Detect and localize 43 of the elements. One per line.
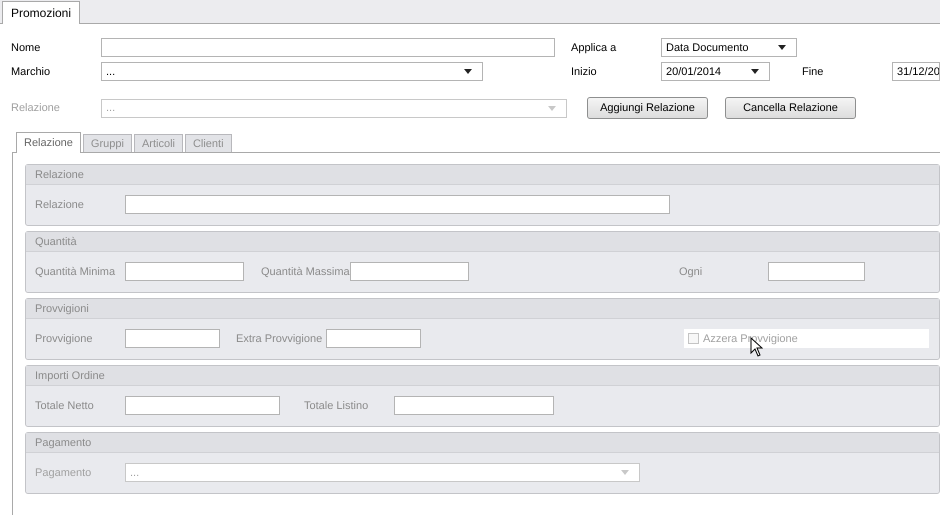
field-label: Quantità Minima bbox=[35, 266, 116, 278]
text-field[interactable] bbox=[125, 329, 220, 348]
tab[interactable]: Relazione bbox=[16, 132, 81, 153]
text-field[interactable] bbox=[350, 262, 469, 281]
dropdown-arrow-icon bbox=[464, 69, 472, 74]
group-title: Provvigioni bbox=[35, 302, 89, 314]
text-field[interactable] bbox=[125, 396, 280, 415]
checkbox-label: Azzera Provvigione bbox=[703, 332, 798, 344]
field-label: Pagamento bbox=[35, 466, 92, 478]
text-field[interactable] bbox=[326, 329, 421, 348]
field-label: Relazione bbox=[11, 102, 61, 114]
dropdown-arrow-icon bbox=[548, 106, 556, 110]
button[interactable]: Cancella Relazione bbox=[725, 97, 856, 119]
field-label: Totale Listino bbox=[304, 400, 370, 412]
group-title: Quantità bbox=[35, 236, 77, 248]
text-field[interactable] bbox=[101, 38, 555, 57]
field-label: Inizio bbox=[571, 66, 598, 78]
dropdown[interactable]: 20/01/2014 bbox=[661, 62, 770, 81]
field-label: Relazione bbox=[35, 198, 85, 210]
text-field[interactable] bbox=[125, 195, 670, 214]
field-label: Marchio bbox=[11, 66, 52, 78]
text-field[interactable] bbox=[768, 262, 865, 281]
text-field[interactable]: 31/12/20 bbox=[892, 62, 940, 81]
dropdown[interactable]: Data Documento bbox=[661, 38, 797, 57]
field-label: Totale Netto bbox=[35, 400, 95, 412]
dropdown-arrow-icon bbox=[621, 470, 629, 475]
dropdown-arrow-icon bbox=[751, 69, 759, 74]
field-label: Nome bbox=[11, 42, 42, 54]
field-label: Extra Provvigione bbox=[236, 332, 324, 344]
button[interactable]: Aggiungi Relazione bbox=[587, 97, 708, 119]
text-field[interactable] bbox=[394, 396, 554, 415]
dropdown-arrow-icon bbox=[778, 45, 786, 50]
tab[interactable]: Promozioni bbox=[2, 1, 80, 24]
field-label: Fine bbox=[802, 66, 824, 78]
group-title: Relazione bbox=[35, 168, 84, 180]
group-title: Pagamento bbox=[35, 436, 92, 448]
field-label: Provvigione bbox=[35, 332, 94, 344]
field-label: Applica a bbox=[571, 42, 618, 54]
group-title: Importi Ordine bbox=[35, 370, 105, 382]
field-label: Quantità Massima bbox=[261, 266, 350, 278]
text-field[interactable] bbox=[125, 262, 244, 281]
dropdown[interactable]: ... bbox=[101, 62, 483, 81]
field-label: Ogni bbox=[679, 266, 704, 278]
